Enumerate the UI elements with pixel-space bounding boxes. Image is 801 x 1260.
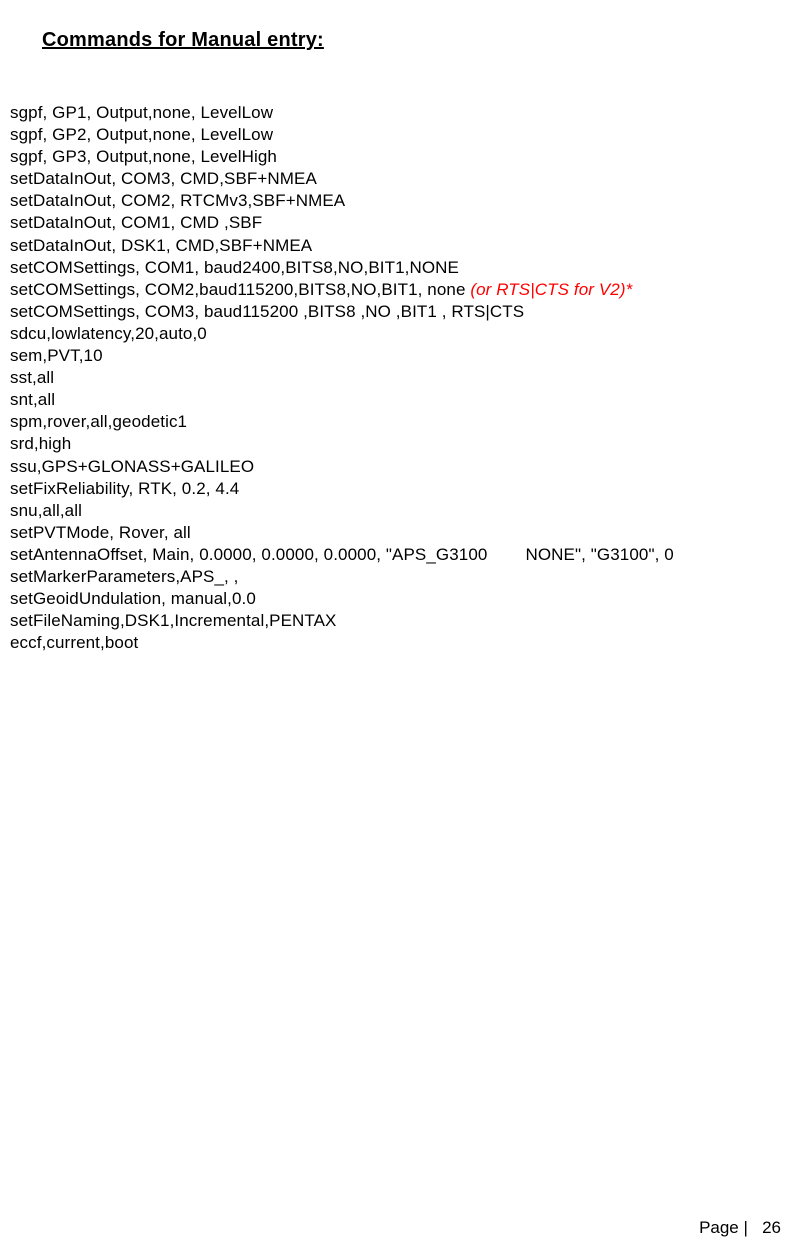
command-annotation: (or RTS|CTS for V2)* (466, 280, 633, 299)
command-line: setDataInOut, COM2, RTCMv3,SBF+NMEA (10, 190, 791, 212)
command-text: sst,all (10, 368, 54, 387)
command-line: snu,all,all (10, 500, 791, 522)
command-line: sdcu,lowlatency,20,auto,0 (10, 323, 791, 345)
command-line: sgpf, GP1, Output,none, LevelLow (10, 102, 791, 124)
command-line: setMarkerParameters,APS_, , (10, 566, 791, 588)
command-text: ssu,GPS+GLONASS+GALILEO (10, 457, 254, 476)
command-line: setGeoidUndulation, manual,0.0 (10, 588, 791, 610)
command-line: setCOMSettings, COM1, baud2400,BITS8,NO,… (10, 257, 791, 279)
command-line: setCOMSettings, COM3, baud115200 ,BITS8 … (10, 301, 791, 323)
command-line: eccf,current,boot (10, 632, 791, 654)
command-list: sgpf, GP1, Output,none, LevelLow sgpf, GP… (10, 102, 791, 654)
page-number: 26 (762, 1218, 781, 1237)
command-text: setDataInOut, COM2, RTCMv3,SBF+NMEA (10, 191, 345, 210)
command-text: sgpf, GP2, Output,none, LevelLow (10, 125, 273, 144)
command-text: setCOMSettings, COM2,baud115200,BITS8,NO… (10, 280, 466, 299)
command-text: setCOMSettings, COM3, baud115200 ,BITS8 … (10, 302, 524, 321)
command-line: spm,rover,all,geodetic1 (10, 411, 791, 433)
command-line: setDataInOut, COM3, CMD,SBF+NMEA (10, 168, 791, 190)
command-text: setFixReliability, RTK, 0.2, 4.4 (10, 479, 239, 498)
command-text: sgpf, GP1, Output,none, LevelLow (10, 103, 273, 122)
command-line: sgpf, GP3, Output,none, LevelHigh (10, 146, 791, 168)
command-line: setDataInOut, COM1, CMD ,SBF (10, 212, 791, 234)
command-text: snu,all,all (10, 501, 82, 520)
section-heading: Commands for Manual entry: (10, 29, 791, 52)
command-line: snt,all (10, 389, 791, 411)
command-text: setDataInOut, COM1, CMD ,SBF (10, 213, 262, 232)
command-text: setMarkerParameters,APS_, , (10, 567, 239, 586)
command-text: eccf,current,boot (10, 633, 138, 652)
command-line: srd,high (10, 433, 791, 455)
command-line: setPVTMode, Rover, all (10, 522, 791, 544)
command-line: setCOMSettings, COM2,baud115200,BITS8,NO… (10, 279, 791, 301)
command-text: sdcu,lowlatency,20,auto,0 (10, 324, 207, 343)
command-line: ssu,GPS+GLONASS+GALILEO (10, 456, 791, 478)
command-line: setDataInOut, DSK1, CMD,SBF+NMEA (10, 235, 791, 257)
command-text: spm,rover,all,geodetic1 (10, 412, 187, 431)
command-text: setDataInOut, COM3, CMD,SBF+NMEA (10, 169, 317, 188)
command-line: sst,all (10, 367, 791, 389)
command-text: setFileNaming,DSK1,Incremental,PENTAX (10, 611, 337, 630)
page-footer: Page | 26 (699, 1218, 781, 1238)
command-line: setAntennaOffset, Main, 0.0000, 0.0000, … (10, 544, 791, 566)
command-text: snt,all (10, 390, 55, 409)
page-label: Page | (699, 1218, 748, 1237)
command-text: srd,high (10, 434, 71, 453)
command-line: setFixReliability, RTK, 0.2, 4.4 (10, 478, 791, 500)
command-text: setCOMSettings, COM1, baud2400,BITS8,NO,… (10, 258, 459, 277)
command-text: setPVTMode, Rover, all (10, 523, 191, 542)
command-line: sem,PVT,10 (10, 345, 791, 367)
command-text-continued: NONE", "G3100", 0 (525, 545, 673, 564)
command-text: sgpf, GP3, Output,none, LevelHigh (10, 147, 277, 166)
command-text: setGeoidUndulation, manual,0.0 (10, 589, 256, 608)
command-line: setFileNaming,DSK1,Incremental,PENTAX (10, 610, 791, 632)
command-text: sem,PVT,10 (10, 346, 103, 365)
command-line: sgpf, GP2, Output,none, LevelLow (10, 124, 791, 146)
command-text: setDataInOut, DSK1, CMD,SBF+NMEA (10, 236, 312, 255)
command-text: setAntennaOffset, Main, 0.0000, 0.0000, … (10, 545, 487, 564)
